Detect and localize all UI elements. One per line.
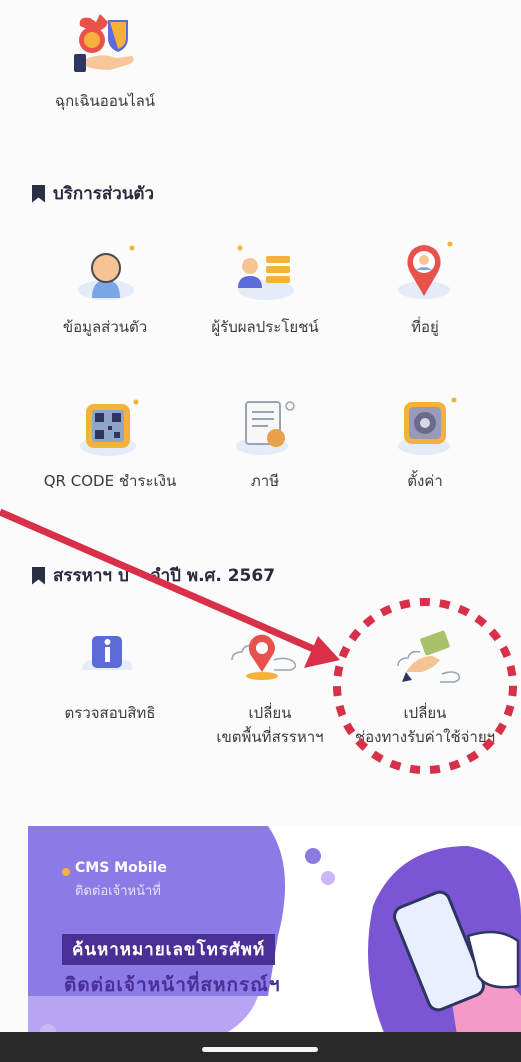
section-title-recruitment-part1: สรรหาฯ ป xyxy=(53,566,129,586)
tax-label: ภาษี xyxy=(250,472,280,490)
bookmark-icon xyxy=(32,566,45,585)
settings-icon xyxy=(398,397,457,455)
section-title-recruitment-part2: จำปี พ.ศ. 2567 xyxy=(150,566,276,586)
beneficiary-icon xyxy=(237,245,294,300)
money-bag-hand-icon xyxy=(74,14,134,72)
home-indicator[interactable] xyxy=(202,1047,318,1052)
qr-code-icon xyxy=(80,399,139,456)
banner-headline2: ติดต่อเจ้าหน้าที่สหกรณ์ฯ xyxy=(64,974,281,996)
bookmark-icon xyxy=(32,184,45,203)
settings-label: ตั้งค่า xyxy=(407,472,443,490)
section-title-personal: บริการส่วนตัว xyxy=(32,180,154,207)
money-hand-icon xyxy=(397,630,461,683)
banner-headline1: ค้นหาหมายเลขโทรศัพท์ xyxy=(62,934,276,965)
tax-document-icon xyxy=(236,401,295,455)
change-area-label-line2: เขตพื้นที่สรรหาฯ xyxy=(216,728,324,746)
qr-payment-label: QR CODE ชำระเงิน xyxy=(43,472,177,490)
banner-brand: CMS Mobile xyxy=(75,860,167,876)
annotation-arrowhead-icon xyxy=(304,636,340,668)
contact-banner[interactable]: CMS Mobile ติดต่อเจ้าหน้าที่ ค้นหาหมายเล… xyxy=(28,826,521,1042)
section-title-recruitment: สรรหาฯ ป จำปี พ.ศ. 2567 xyxy=(32,562,275,589)
beneficiary-label: ผู้รับผลประโยชน์ xyxy=(211,318,319,336)
section-title-personal-text: บริการส่วนตัว xyxy=(53,184,155,204)
change-area-label-line1: เปลี่ยน xyxy=(248,704,292,722)
emergency-online-label: ฉุกเฉินออนไลน์ xyxy=(54,92,156,110)
banner-brand-dot xyxy=(62,868,70,876)
check-rights-label: ตรวจสอบสิทธิ xyxy=(64,704,156,722)
personal-info-label: ข้อมูลส่วนตัว xyxy=(62,318,148,336)
info-icon xyxy=(82,636,133,670)
location-pin-icon xyxy=(398,241,453,299)
map-pin-cloud-icon xyxy=(231,634,297,680)
banner-brand-sub: ติดต่อเจ้าหน้าที่ xyxy=(75,884,161,899)
change-payment-label-line1: เปลี่ยน xyxy=(403,704,447,722)
change-payment-label-line2: ช่องทางรับค่าใช้จ่ายฯ xyxy=(354,728,496,746)
person-icon xyxy=(78,245,135,300)
address-label: ที่อยู่ xyxy=(411,318,439,336)
